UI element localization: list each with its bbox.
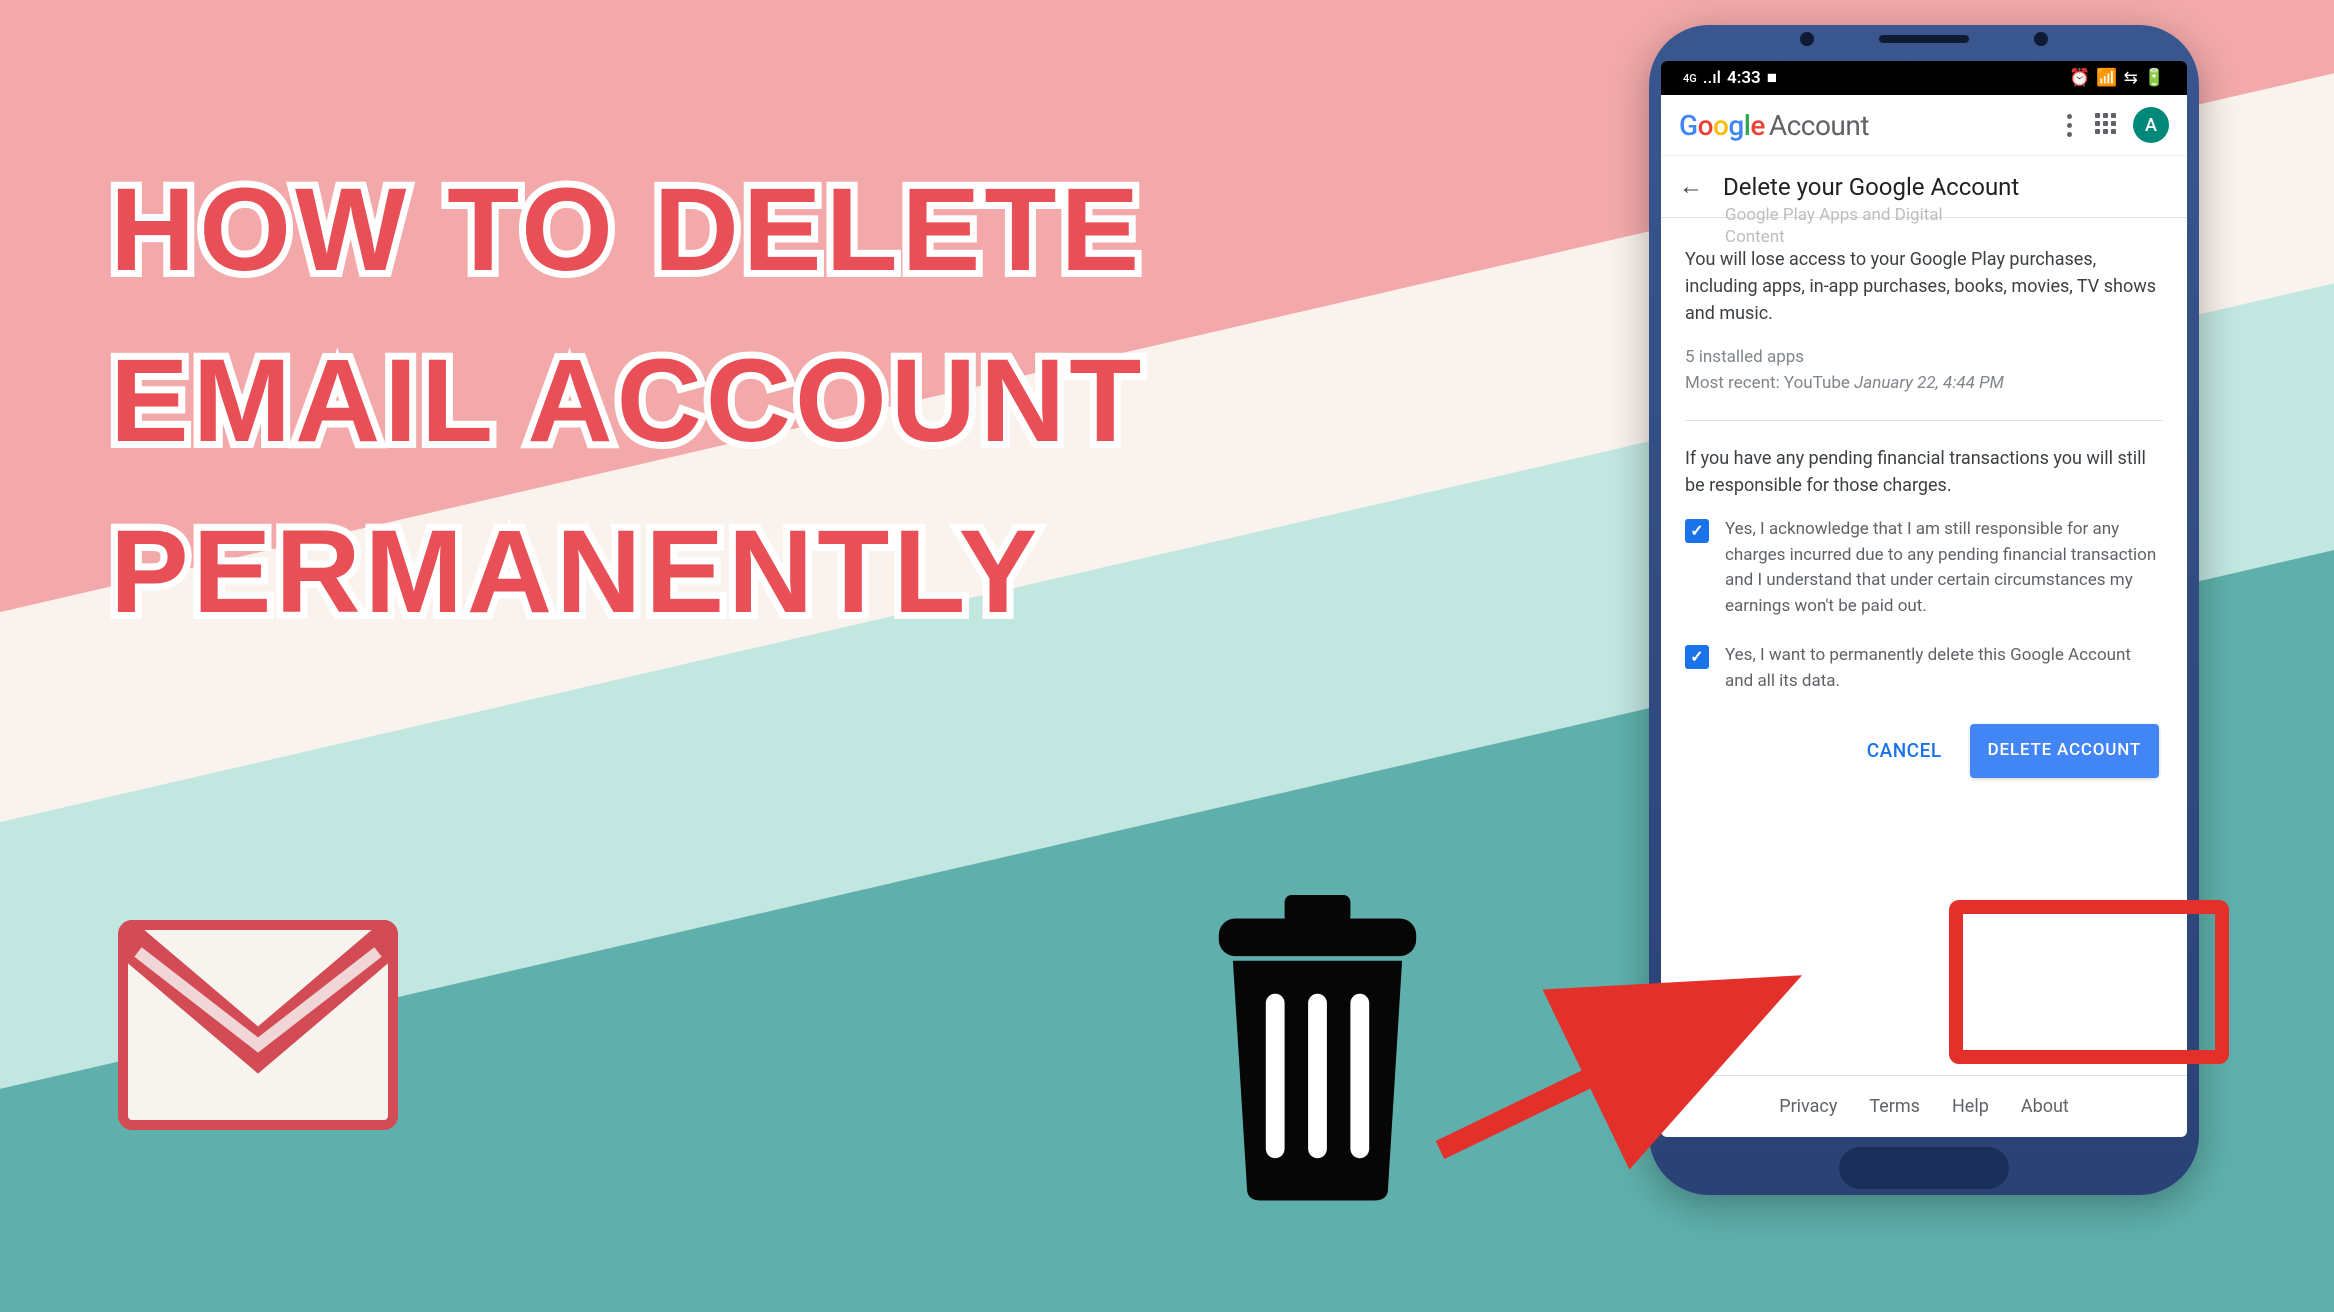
- footer-help-link[interactable]: Help: [1952, 1096, 1989, 1117]
- signal-icon: ..ıl: [1703, 68, 1721, 88]
- page-title: Delete your Google Account: [1723, 173, 2019, 201]
- acknowledge-text: Yes, I acknowledge that I am still respo…: [1725, 517, 2163, 619]
- status-bar: 4G ..ıl 4:33 ■ ⏰ 📶 ⇆ 🔋: [1661, 61, 2187, 95]
- most-recent-label: Most recent: YouTube January 22, 4:44 PM: [1685, 371, 2163, 397]
- footer-about-link[interactable]: About: [2021, 1096, 2069, 1117]
- account-avatar[interactable]: A: [2133, 107, 2169, 143]
- confirm-delete-row: ✓ Yes, I want to permanently delete this…: [1685, 643, 2163, 694]
- page-subheader: ← Delete your Google Account Google Play…: [1661, 156, 2187, 218]
- title-line-3: permanently: [110, 487, 1145, 658]
- confirm-delete-text: Yes, I want to permanently delete this G…: [1725, 643, 2163, 694]
- title-block: How To Delete email account permanently: [110, 145, 1145, 658]
- content-area: You will lose access to your Google Play…: [1661, 218, 2187, 1075]
- installed-apps-label: 5 installed apps: [1685, 345, 2163, 371]
- ghost-caption: Google Play Apps and DigitalContent: [1725, 204, 1943, 248]
- app-header: GoogleAccount A: [1661, 95, 2187, 156]
- title-line-2: email account: [110, 316, 1145, 487]
- delete-account-button[interactable]: DELETE ACCOUNT: [1970, 724, 2159, 778]
- network-type-label: 4G: [1683, 72, 1697, 85]
- acknowledge-row: ✓ Yes, I acknowledge that I am still res…: [1685, 517, 2163, 619]
- google-logo: GoogleAccount: [1679, 109, 1869, 142]
- gmail-icon: [118, 920, 398, 1130]
- trash-icon: [1200, 895, 1435, 1200]
- title-line-1: How To Delete: [110, 145, 1145, 316]
- call-icon: 📶: [2096, 68, 2117, 88]
- acknowledge-checkbox[interactable]: ✓: [1685, 519, 1709, 543]
- more-menu-icon[interactable]: [2057, 114, 2081, 137]
- clock-label: 4:33: [1727, 68, 1761, 88]
- phone-frame: 4G ..ıl 4:33 ■ ⏰ 📶 ⇆ 🔋 GoogleAccount: [1649, 25, 2199, 1195]
- footer-terms-link[interactable]: Terms: [1869, 1096, 1920, 1117]
- pending-note: If you have any pending financial transa…: [1685, 445, 2163, 499]
- battery-icon: 🔋: [2144, 68, 2165, 88]
- button-row: CANCEL DELETE ACCOUNT: [1685, 724, 2163, 788]
- lose-access-text: You will lose access to your Google Play…: [1685, 246, 2163, 327]
- confirm-delete-checkbox[interactable]: ✓: [1685, 645, 1709, 669]
- alarm-icon: ⏰: [2069, 68, 2090, 88]
- back-arrow-icon[interactable]: ←: [1679, 172, 1703, 201]
- divider: [1685, 420, 2163, 421]
- wifi-icon: ⇆: [2124, 68, 2138, 88]
- apps-grid-icon[interactable]: [2095, 113, 2119, 137]
- phone-home-button[interactable]: [1839, 1147, 2009, 1189]
- phone-screen: 4G ..ıl 4:33 ■ ⏰ 📶 ⇆ 🔋 GoogleAccount: [1661, 61, 2187, 1137]
- footer-links: Privacy Terms Help About: [1661, 1075, 2187, 1137]
- phone-notch: [1649, 25, 2199, 53]
- video-icon: ■: [1767, 68, 1777, 88]
- cancel-button[interactable]: CANCEL: [1867, 737, 1942, 766]
- footer-privacy-link[interactable]: Privacy: [1779, 1096, 1837, 1117]
